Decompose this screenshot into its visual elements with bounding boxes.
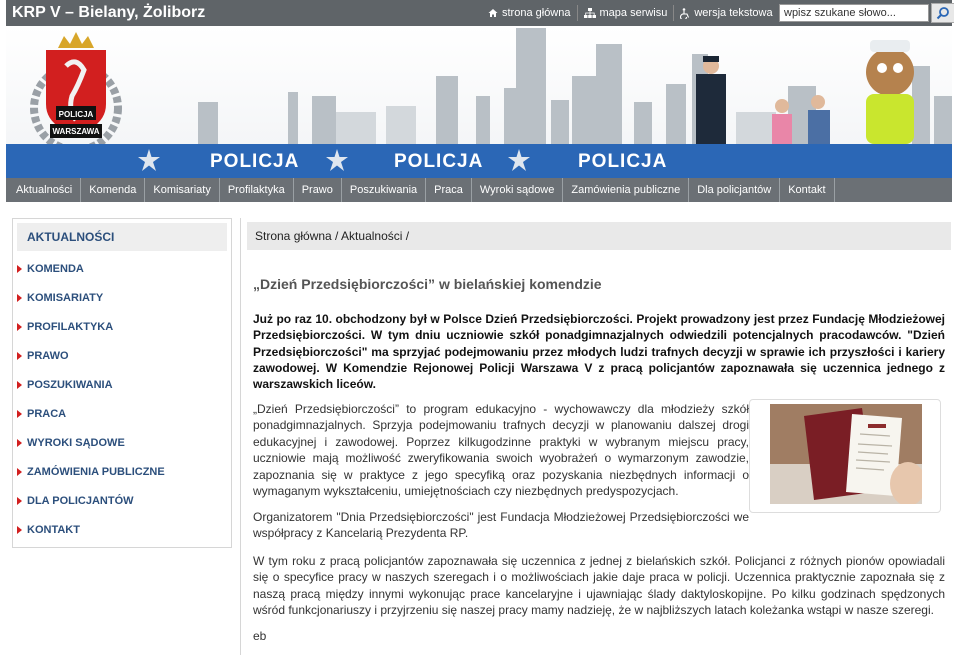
red-arrow-icon: [17, 497, 22, 505]
nav-item-zamowienia-publiczne[interactable]: Zamówienia publiczne: [563, 178, 690, 202]
sidebar-item-zamowienia-publiczne[interactable]: ZAMÓWIENIA PUBLICZNE: [17, 462, 165, 482]
article-paragraph-3: W tym roku z pracą policjantów zapoznawa…: [253, 554, 945, 618]
search-input[interactable]: [779, 4, 929, 22]
nav-item-komenda[interactable]: Komenda: [81, 178, 146, 202]
red-arrow-icon: [17, 323, 22, 331]
sidebar-item-komenda[interactable]: KOMENDA: [17, 259, 84, 279]
nav-item-prawo[interactable]: Prawo: [294, 178, 342, 202]
author-signature: eb: [253, 629, 267, 643]
mascot-figure: [866, 40, 914, 144]
nav-item-praca[interactable]: Praca: [426, 178, 472, 202]
sidebar-item-poszukiwania[interactable]: POSZUKIWANIA: [17, 375, 113, 395]
sidebar-item-praca[interactable]: PRACA: [17, 404, 66, 424]
red-arrow-icon: [17, 526, 22, 534]
red-arrow-icon: [17, 352, 22, 360]
article-lead: Już po raz 10. obchodzony był w Polsce D…: [253, 312, 945, 392]
city-skyline-image: POLICJA WARSZAWA: [30, 28, 952, 146]
top-bar: KRP V – Bielany, Żoliborz strona główna …: [6, 0, 954, 26]
home-link-label: strona główna: [502, 7, 571, 19]
sidebar-item-label: ZAMÓWIENIA PUBLICZNE: [27, 466, 165, 478]
sitemap-link-label: mapa serwisu: [599, 7, 668, 19]
top-links: strona główna mapa serwisu wersja teksto…: [482, 5, 779, 21]
sidebar-item-label: PROFILAKTYKA: [27, 321, 114, 333]
certificate-photo-image: [770, 404, 922, 504]
nav-item-poszukiwania[interactable]: Poszukiwania: [342, 178, 427, 202]
sidebar-item-label: DLA POLICJANTÓW: [27, 495, 134, 507]
search-icon: [936, 7, 949, 20]
sidebar-item-kontakt[interactable]: KONTAKT: [17, 520, 80, 540]
text-version-link-label: wersja tekstowa: [694, 7, 773, 19]
text-version-link[interactable]: wersja tekstowa: [674, 5, 778, 21]
sidebar-heading[interactable]: AKTUALNOŚCI: [17, 223, 227, 251]
nav-item-wyroki-sadowe[interactable]: Wyroki sądowe: [472, 178, 564, 202]
sidebar-item-label: PRACA: [27, 408, 67, 420]
article-photo[interactable]: [770, 404, 922, 504]
main-nav: Aktualności Komenda Komisariaty Profilak…: [6, 178, 952, 202]
sidebar-item-label: KOMISARIATY: [27, 292, 104, 304]
sidebar-item-label: KOMENDA: [27, 263, 84, 275]
badge-bottom-text: WARSZAWA: [52, 127, 99, 136]
badge-top-text: POLICJA: [59, 110, 94, 119]
search-button[interactable]: [931, 3, 954, 23]
police-word-3: POLICJA: [578, 151, 668, 172]
sidebar-item-komisariaty[interactable]: KOMISARIATY: [17, 288, 103, 308]
nav-item-dla-policjantow[interactable]: Dla policjantów: [689, 178, 781, 202]
police-star-icon: [508, 149, 530, 171]
police-star-icon: [138, 149, 160, 171]
sidebar-item-label: WYROKI SĄDOWE: [27, 437, 125, 449]
red-arrow-icon: [17, 294, 22, 302]
sidebar-item-profilaktyka[interactable]: PROFILAKTYKA: [17, 317, 113, 337]
site-title[interactable]: KRP V – Bielany, Żoliborz: [12, 4, 205, 22]
police-star-icon: [326, 149, 348, 171]
article-paragraph-2: Organizatorem "Dnia Przedsiębiorczości" …: [253, 510, 749, 541]
breadcrumb[interactable]: Strona główna / Aktualności /: [247, 222, 951, 250]
sidebar-item-label: KONTAKT: [27, 524, 80, 536]
police-word-2: POLICJA: [394, 151, 484, 172]
red-arrow-icon: [17, 265, 22, 273]
home-link[interactable]: strona główna: [482, 5, 578, 21]
sidebar-item-wyroki-sadowe[interactable]: WYROKI SĄDOWE: [17, 433, 125, 453]
nav-item-aktualnosci[interactable]: Aktualności: [6, 178, 82, 202]
red-arrow-icon: [17, 439, 22, 447]
nav-item-profilaktyka[interactable]: Profilaktyka: [220, 178, 294, 202]
article-paragraph-1: „Dzień Przedsiębiorczości” to program ed…: [253, 402, 749, 499]
article-title: „Dzień Przedsiębiorczości” w bielańskiej…: [253, 276, 602, 292]
sidebar-item-label: POSZUKIWANIA: [27, 379, 113, 391]
sitemap-icon: [583, 8, 596, 18]
nav-item-kontakt[interactable]: Kontakt: [780, 178, 835, 202]
police-word-1: POLICJA: [210, 151, 300, 172]
header-banner: POLICJA WARSZAWA POLICJA POLICJA POLICJA: [6, 26, 952, 178]
sidebar-item-dla-policjantow[interactable]: DLA POLICJANTÓW: [17, 491, 134, 511]
sitemap-link[interactable]: mapa serwisu: [578, 5, 675, 21]
police-stripe: POLICJA POLICJA POLICJA: [6, 144, 952, 178]
red-arrow-icon: [17, 381, 22, 389]
home-icon: [488, 9, 498, 17]
red-arrow-icon: [17, 410, 22, 418]
sidebar-item-prawo[interactable]: PRAWO: [17, 346, 69, 366]
nav-item-komisariaty[interactable]: Komisariaty: [145, 178, 220, 202]
article-photo-frame[interactable]: [749, 399, 941, 513]
sidebar-menu: AKTUALNOŚCI KOMENDA KOMISARIATY PROFILAK…: [12, 218, 232, 548]
accessibility-icon: [680, 7, 690, 19]
main-content: Strona główna / Aktualności / „Dzień Prz…: [240, 218, 952, 655]
red-arrow-icon: [17, 468, 22, 476]
sidebar-item-label: PRAWO: [27, 350, 69, 362]
warsaw-coat-of-arms: POLICJA WARSZAWA: [30, 32, 122, 146]
